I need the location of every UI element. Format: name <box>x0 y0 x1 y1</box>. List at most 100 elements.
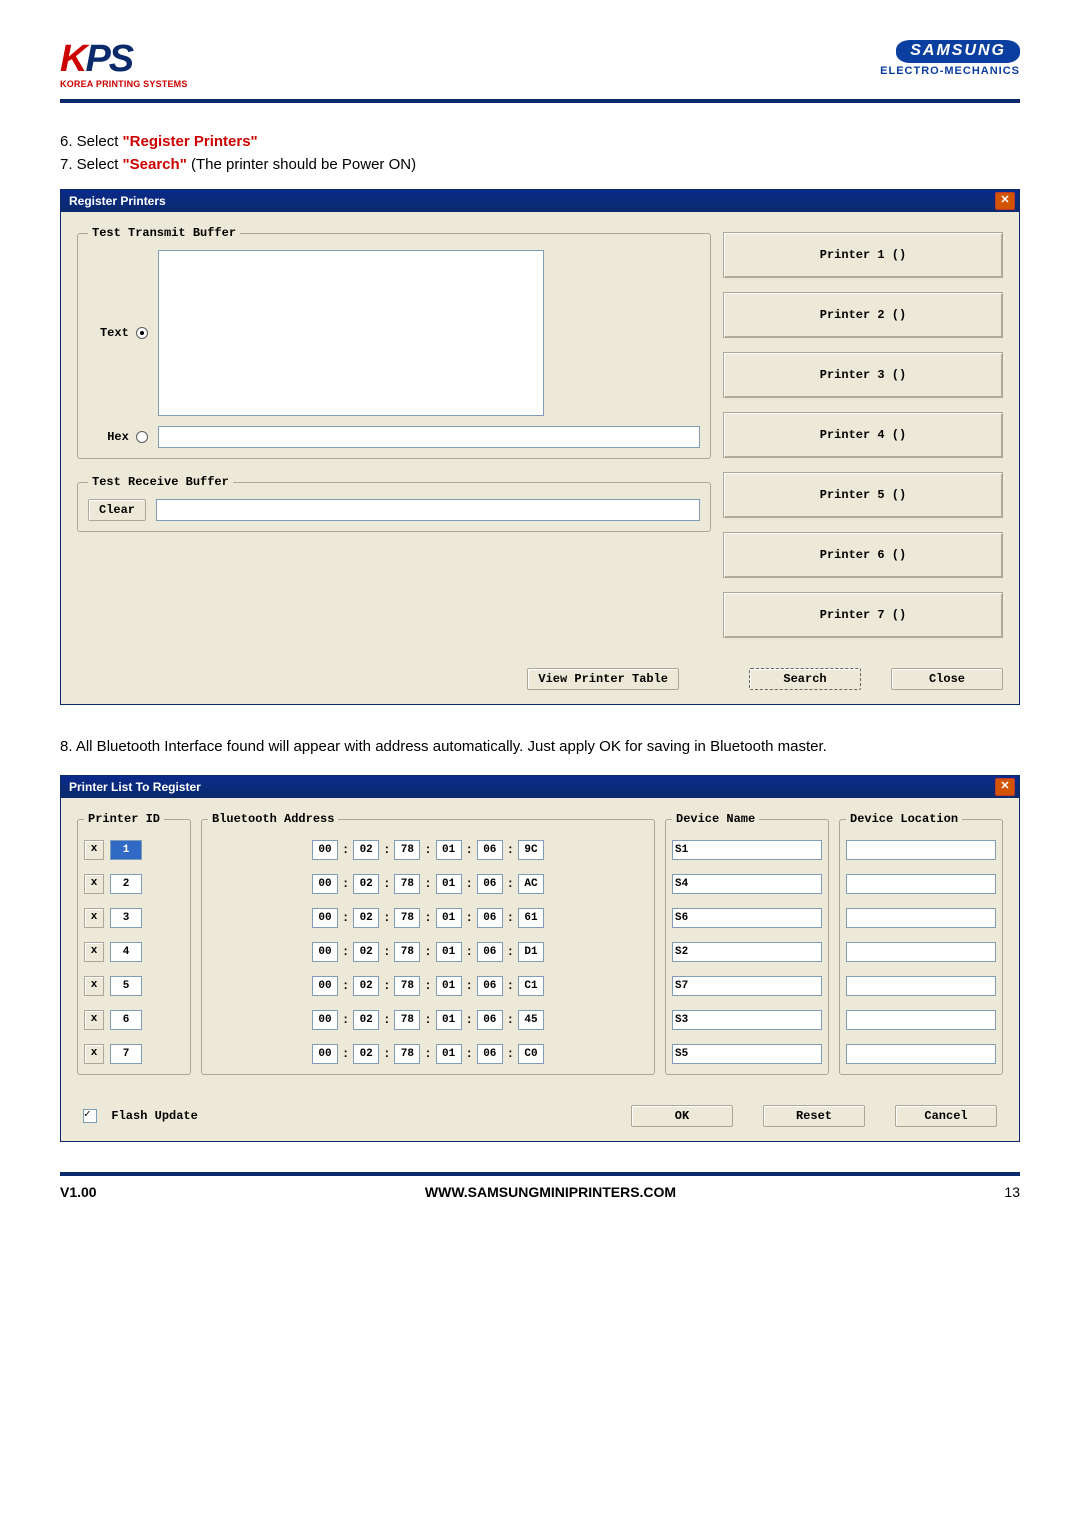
printer-6-button[interactable]: Printer 6 () <box>723 532 1003 578</box>
close-icon[interactable]: ✕ <box>995 778 1015 796</box>
hex-input[interactable] <box>158 426 700 448</box>
search-button[interactable]: Search <box>749 668 861 690</box>
printer-id-input[interactable]: 2 <box>110 874 142 894</box>
addr-octet[interactable]: 78 <box>394 874 420 894</box>
addr-octet[interactable]: 00 <box>312 942 338 962</box>
printer-1-button[interactable]: Printer 1 () <box>723 232 1003 278</box>
device-name-input[interactable]: S1 <box>672 840 822 860</box>
addr-octet[interactable]: 9C <box>518 840 544 860</box>
printer-3-button[interactable]: Printer 3 () <box>723 352 1003 398</box>
addr-octet[interactable]: 01 <box>436 942 462 962</box>
printer-5-button[interactable]: Printer 5 () <box>723 472 1003 518</box>
device-name-input[interactable]: S4 <box>672 874 822 894</box>
printer-7-button[interactable]: Printer 7 () <box>723 592 1003 638</box>
version-label: V1.00 <box>60 1184 97 1200</box>
addr-octet[interactable]: 01 <box>436 1044 462 1064</box>
device-name-group: Device Name S1S4S6S2S7S3S5 <box>665 812 829 1075</box>
device-location-input[interactable] <box>846 840 996 860</box>
addr-octet[interactable]: 78 <box>394 976 420 996</box>
addr-octet[interactable]: 45 <box>518 1010 544 1030</box>
addr-octet[interactable]: 00 <box>312 1044 338 1064</box>
addr-octet[interactable]: 78 <box>394 1010 420 1030</box>
remove-row-button[interactable]: x <box>84 942 104 962</box>
addr-octet[interactable]: 02 <box>353 1044 379 1064</box>
addr-octet[interactable]: 01 <box>436 908 462 928</box>
remove-row-button[interactable]: x <box>84 1044 104 1064</box>
hex-radio[interactable]: Hex <box>88 430 148 444</box>
addr-octet[interactable]: 06 <box>477 942 503 962</box>
device-name-input[interactable]: S5 <box>672 1044 822 1064</box>
addr-octet[interactable]: 06 <box>477 908 503 928</box>
device-name-input[interactable]: S2 <box>672 942 822 962</box>
ok-button[interactable]: OK <box>631 1105 733 1127</box>
addr-octet[interactable]: 02 <box>353 874 379 894</box>
device-location-input[interactable] <box>846 942 996 962</box>
printer-id-input[interactable]: 5 <box>110 976 142 996</box>
addr-octet[interactable]: 00 <box>312 908 338 928</box>
remove-row-button[interactable]: x <box>84 840 104 860</box>
addr-octet[interactable]: 06 <box>477 840 503 860</box>
addr-octet[interactable]: AC <box>518 874 544 894</box>
device-location-input[interactable] <box>846 874 996 894</box>
bluetooth-address-group: Bluetooth Address 00:02:78:01:06:9C00:02… <box>201 812 655 1075</box>
addr-octet[interactable]: 06 <box>477 1044 503 1064</box>
device-location-input[interactable] <box>846 976 996 996</box>
addr-octet[interactable]: 06 <box>477 874 503 894</box>
addr-octet[interactable]: 78 <box>394 908 420 928</box>
printer-2-button[interactable]: Printer 2 () <box>723 292 1003 338</box>
device-location-input[interactable] <box>846 1044 996 1064</box>
printer-id-input[interactable]: 1 <box>110 840 142 860</box>
addr-octet[interactable]: D1 <box>518 942 544 962</box>
addr-octet[interactable]: 06 <box>477 1010 503 1030</box>
printer-id-input[interactable]: 7 <box>110 1044 142 1064</box>
addr-octet[interactable]: 02 <box>353 942 379 962</box>
clear-button[interactable]: Clear <box>88 499 146 521</box>
printer-4-button[interactable]: Printer 4 () <box>723 412 1003 458</box>
register-printers-dialog: Register Printers ✕ Test Transmit Buffer… <box>60 189 1020 705</box>
addr-octet[interactable]: 78 <box>394 840 420 860</box>
text-radio[interactable]: Text <box>100 326 148 340</box>
remove-row-button[interactable]: x <box>84 908 104 928</box>
reset-button[interactable]: Reset <box>763 1105 865 1127</box>
close-button[interactable]: Close <box>891 668 1003 690</box>
addr-octet[interactable]: 61 <box>518 908 544 928</box>
samsung-logo: SAMSUNG ELECTRO-MECHANICS <box>880 40 1020 77</box>
receive-input[interactable] <box>156 499 700 521</box>
remove-row-button[interactable]: x <box>84 976 104 996</box>
addr-octet[interactable]: 78 <box>394 942 420 962</box>
device-name-input[interactable]: S3 <box>672 1010 822 1030</box>
addr-octet[interactable]: 02 <box>353 976 379 996</box>
remove-row-button[interactable]: x <box>84 1010 104 1030</box>
instruction-8: 8. All Bluetooth Interface found will ap… <box>60 735 1020 759</box>
flash-update-checkbox[interactable]: Flash Update <box>83 1109 198 1123</box>
addr-octet[interactable]: 00 <box>312 840 338 860</box>
device-name-input[interactable]: S7 <box>672 976 822 996</box>
addr-octet[interactable]: 00 <box>312 1010 338 1030</box>
cancel-button[interactable]: Cancel <box>895 1105 997 1127</box>
addr-octet[interactable]: C0 <box>518 1044 544 1064</box>
addr-octet[interactable]: 78 <box>394 1044 420 1064</box>
addr-octet[interactable]: 00 <box>312 874 338 894</box>
device-name-input[interactable]: S6 <box>672 908 822 928</box>
remove-row-button[interactable]: x <box>84 874 104 894</box>
addr-octet[interactable]: C1 <box>518 976 544 996</box>
transmit-text-area[interactable] <box>158 250 544 416</box>
addr-octet[interactable]: 01 <box>436 874 462 894</box>
view-printer-table-button[interactable]: View Printer Table <box>527 668 679 690</box>
printer-id-input[interactable]: 6 <box>110 1010 142 1030</box>
page-footer: V1.00 WWW.SAMSUNGMINIPRINTERS.COM 13 <box>60 1172 1020 1200</box>
device-location-input[interactable] <box>846 1010 996 1030</box>
kps-logo: KPS KOREA PRINTING SYSTEMS <box>60 40 188 89</box>
printer-id-input[interactable]: 4 <box>110 942 142 962</box>
device-location-input[interactable] <box>846 908 996 928</box>
printer-id-input[interactable]: 3 <box>110 908 142 928</box>
close-icon[interactable]: ✕ <box>995 192 1015 210</box>
addr-octet[interactable]: 02 <box>353 1010 379 1030</box>
addr-octet[interactable]: 01 <box>436 840 462 860</box>
addr-octet[interactable]: 06 <box>477 976 503 996</box>
addr-octet[interactable]: 02 <box>353 908 379 928</box>
addr-octet[interactable]: 02 <box>353 840 379 860</box>
addr-octet[interactable]: 01 <box>436 1010 462 1030</box>
addr-octet[interactable]: 00 <box>312 976 338 996</box>
addr-octet[interactable]: 01 <box>436 976 462 996</box>
